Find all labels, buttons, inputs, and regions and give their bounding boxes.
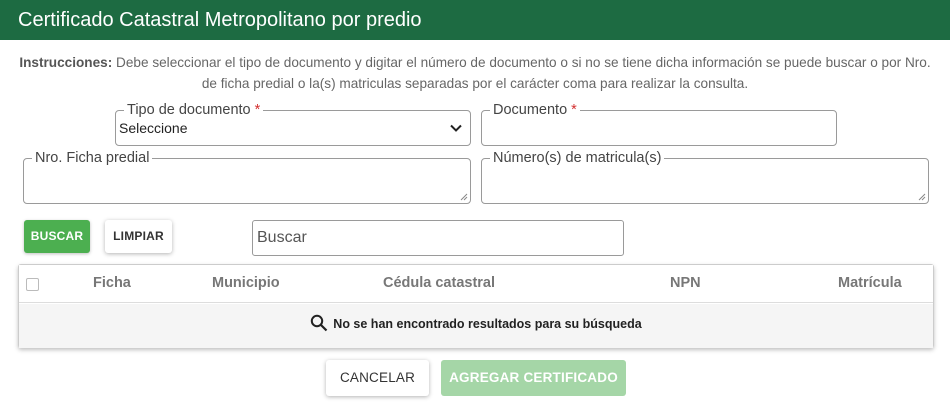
matriculas-label: Número(s) de matricula(s) [490, 149, 665, 167]
column-header-matricula[interactable]: Matrícula [838, 275, 902, 291]
page-title: Certificado Catastral Metropolitano por … [18, 9, 422, 31]
required-mark: * [571, 102, 577, 118]
table-search-box [252, 220, 624, 256]
table-search-input[interactable] [253, 221, 623, 255]
results-table: Ficha Municipio Cédula catastral NPN Mat… [18, 264, 934, 348]
empty-message: No se han encontrado resultados para su … [333, 317, 642, 331]
column-header-npn[interactable]: NPN [670, 275, 701, 291]
matriculas-field[interactable]: Número(s) de matricula(s) [481, 149, 929, 204]
clear-button[interactable]: LIMPIAR [105, 220, 172, 253]
document-type-value: Seleccione [119, 120, 188, 136]
chevron-down-icon [450, 124, 462, 132]
ficha-predial-field[interactable]: Nro. Ficha predial [23, 149, 471, 204]
document-type-label: Tipo de documento * [124, 101, 264, 119]
resize-handle-icon[interactable] [918, 193, 926, 201]
ficha-predial-label: Nro. Ficha predial [32, 149, 153, 167]
column-header-ficha[interactable]: Ficha [93, 275, 131, 291]
page-header: Certificado Catastral Metropolitano por … [0, 0, 950, 40]
required-mark: * [254, 102, 261, 118]
instructions-text: Instrucciones: Debe seleccionar el tipo … [10, 52, 940, 94]
search-button[interactable]: BUSCAR [24, 220, 90, 253]
instructions-label: Instrucciones: [19, 55, 113, 70]
document-number-label: Documento * [490, 101, 580, 119]
document-type-select[interactable]: Tipo de documento * Seleccione [115, 101, 471, 146]
resize-handle-icon[interactable] [460, 193, 468, 201]
document-number-field[interactable]: Documento * [481, 101, 837, 146]
select-all-checkbox[interactable] [26, 278, 39, 291]
add-certificate-button[interactable]: AGREGAR CERTIFICADO [441, 360, 626, 396]
search-icon [311, 314, 328, 332]
column-header-cedula-catastral[interactable]: Cédula catastral [383, 275, 495, 291]
instructions-body: Debe seleccionar el tipo de documento y … [112, 55, 931, 91]
empty-state: No se han encontrado resultados para su … [19, 314, 933, 332]
table-body: No se han encontrado resultados para su … [19, 304, 933, 348]
cancel-button[interactable]: CANCELAR [326, 360, 429, 396]
column-header-municipio[interactable]: Municipio [212, 275, 280, 291]
table-header: Ficha Municipio Cédula catastral NPN Mat… [19, 265, 933, 303]
